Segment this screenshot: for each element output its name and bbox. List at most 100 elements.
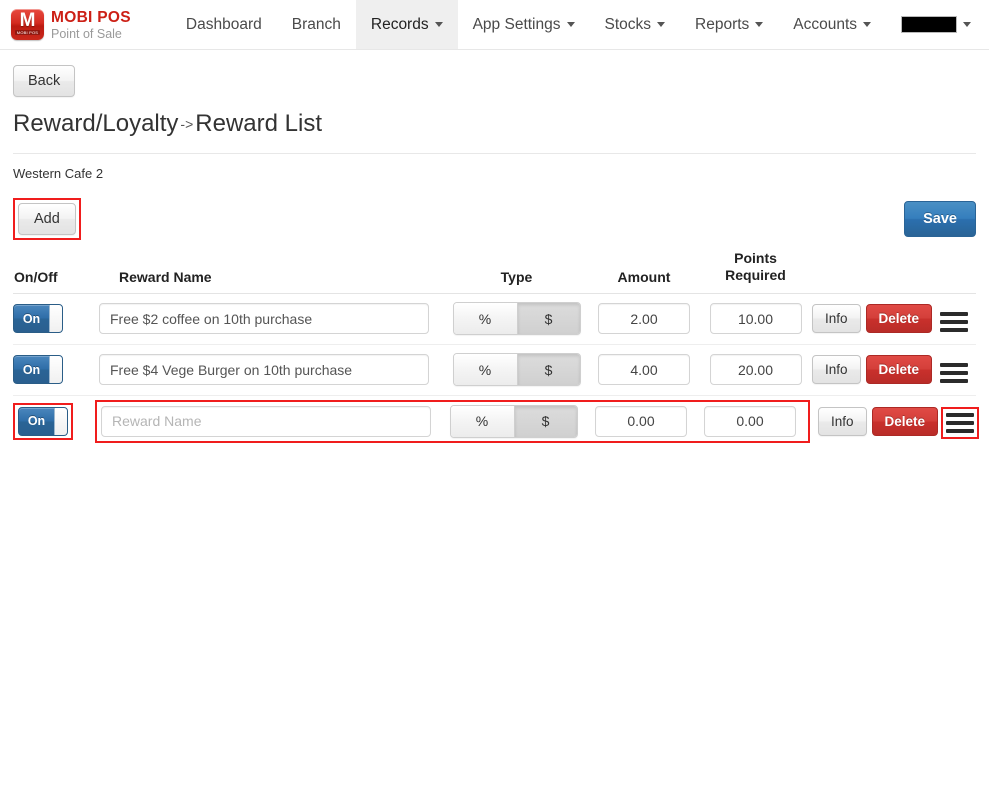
reward-name-input[interactable] [99,354,429,386]
row-type-cell: % $ [441,404,586,438]
type-segmented-control: % $ [452,302,581,336]
delete-button[interactable]: Delete [865,304,933,334]
nav-label: Records [370,15,429,33]
amount-input[interactable] [595,405,687,437]
points-required-input[interactable] [704,405,796,437]
brand-title: MOBI POS [51,9,131,26]
points-header-line1: Points [734,249,777,266]
type-segmented-control: % $ [452,353,581,387]
column-header-reward-name: Reward Name [119,268,212,285]
nav-item-records[interactable]: Records [355,0,458,49]
delete-button[interactable]: Delete [865,355,933,385]
row-actions-cell: Info Delete [812,355,933,385]
points-header-line2: Required [725,267,786,284]
toggle-knob [49,305,62,333]
chevron-down-icon [755,22,764,27]
hamburger-drag-handle-icon[interactable] [940,361,968,385]
top-navbar: M MOBI POS MOBI POS Point of Sale Dashbo… [0,0,989,50]
brand-text: MOBI POS Point of Sale [51,9,131,40]
row-amount-cell [589,303,699,335]
nav-item-accounts[interactable]: Accounts [778,0,886,49]
type-percent-button[interactable]: % [453,354,517,386]
page-title-primary: Reward/Loyalty [13,110,179,137]
mobi-pos-logo-icon: M MOBI POS [11,9,44,40]
nav-item-app-settings[interactable]: App Settings [458,0,590,49]
nav-label: Accounts [793,15,858,33]
row-reorder-cell [932,303,976,334]
branch-name: Western Cafe 2 [13,152,976,181]
toggle-knob [49,356,62,384]
chevron-down-icon [566,22,575,27]
toggle-label: On [27,414,46,429]
points-required-input[interactable] [709,354,802,386]
amount-input[interactable] [598,354,690,386]
nav-item-reports[interactable]: Reports [680,0,778,49]
type-segmented-control: % $ [449,404,578,438]
column-header-amount: Amount [617,268,671,285]
row-type-cell: % $ [444,353,589,387]
info-button[interactable]: Info [812,304,861,334]
page-title: Reward/Loyalty ->Reward List [13,110,976,139]
brand-subtitle: Point of Sale [51,26,122,41]
row-type-cell: % $ [444,302,589,336]
chevron-down-icon [863,22,872,27]
row-actions-cell: Info Delete [812,304,933,334]
row-points-cell [699,303,812,335]
table-row: On % $ Info Delete [13,294,976,345]
nav-item-account-user[interactable] [886,0,986,49]
row-amount-cell [586,405,696,437]
brand-logo-area[interactable]: M MOBI POS MOBI POS Point of Sale [0,0,141,49]
nav-item-dashboard[interactable]: Dashboard [171,0,277,49]
nav-label: Stocks [604,15,652,33]
type-dollar-button[interactable]: $ [516,354,580,386]
row-actions-cell: Info Delete [818,406,939,436]
nav-label: Dashboard [185,15,262,33]
save-button[interactable]: Save [904,200,976,237]
page-title-secondary: Reward List [195,110,322,137]
row-reorder-cell [932,354,976,385]
row-onoff-cell: On [13,402,99,440]
logo-letter: M [19,10,36,31]
back-button[interactable]: Back [13,65,76,97]
delete-button[interactable]: Delete [871,406,939,436]
type-percent-button[interactable]: % [450,405,514,437]
row-points-cell [696,405,804,437]
column-header-points-required: Points Required [699,250,812,285]
type-percent-button[interactable]: % [453,303,517,335]
hamburger-drag-handle-icon[interactable] [940,310,968,334]
amount-input[interactable] [598,303,690,335]
page-content: Back Reward/Loyalty ->Reward List Western… [0,50,989,447]
reward-list-table: On/Off Reward Name Type Amount Points Re… [13,250,979,447]
table-row: On % $ [13,396,979,447]
nav-label: App Settings [472,15,561,33]
nav-item-branch[interactable]: Branch [277,0,356,49]
row-name-cell [101,405,441,437]
add-button[interactable]: Add [18,202,76,235]
logo-sub-text: MOBI POS [14,30,41,35]
onoff-toggle[interactable]: On [13,355,63,385]
onoff-toggle[interactable]: On [18,406,68,436]
onoff-toggle-annotation: On [13,402,73,440]
onoff-toggle[interactable]: On [13,304,63,334]
row-name-cell [99,303,444,335]
drag-handle-annotation [941,406,979,439]
chevron-down-icon [963,22,972,27]
nav-item-stocks[interactable]: Stocks [590,0,681,49]
type-dollar-button[interactable]: $ [513,405,577,437]
toggle-label: On [22,362,41,377]
row-name-cell [99,354,444,386]
toggle-knob [54,407,67,435]
nav-label: Branch [291,15,341,33]
reward-name-input[interactable] [99,303,429,335]
nav-label: Reports [695,15,750,33]
reward-name-input[interactable] [101,405,431,437]
info-button[interactable]: Info [818,406,867,436]
type-dollar-button[interactable]: $ [516,303,580,335]
new-row-fields-annotation: % $ [95,399,810,443]
hamburger-drag-handle-icon[interactable] [946,411,974,435]
table-header-row: On/Off Reward Name Type Amount Points Re… [13,250,976,294]
row-points-cell [699,354,812,386]
column-header-onoff: On/Off [14,268,58,285]
points-required-input[interactable] [709,303,802,335]
info-button[interactable]: Info [812,355,861,385]
